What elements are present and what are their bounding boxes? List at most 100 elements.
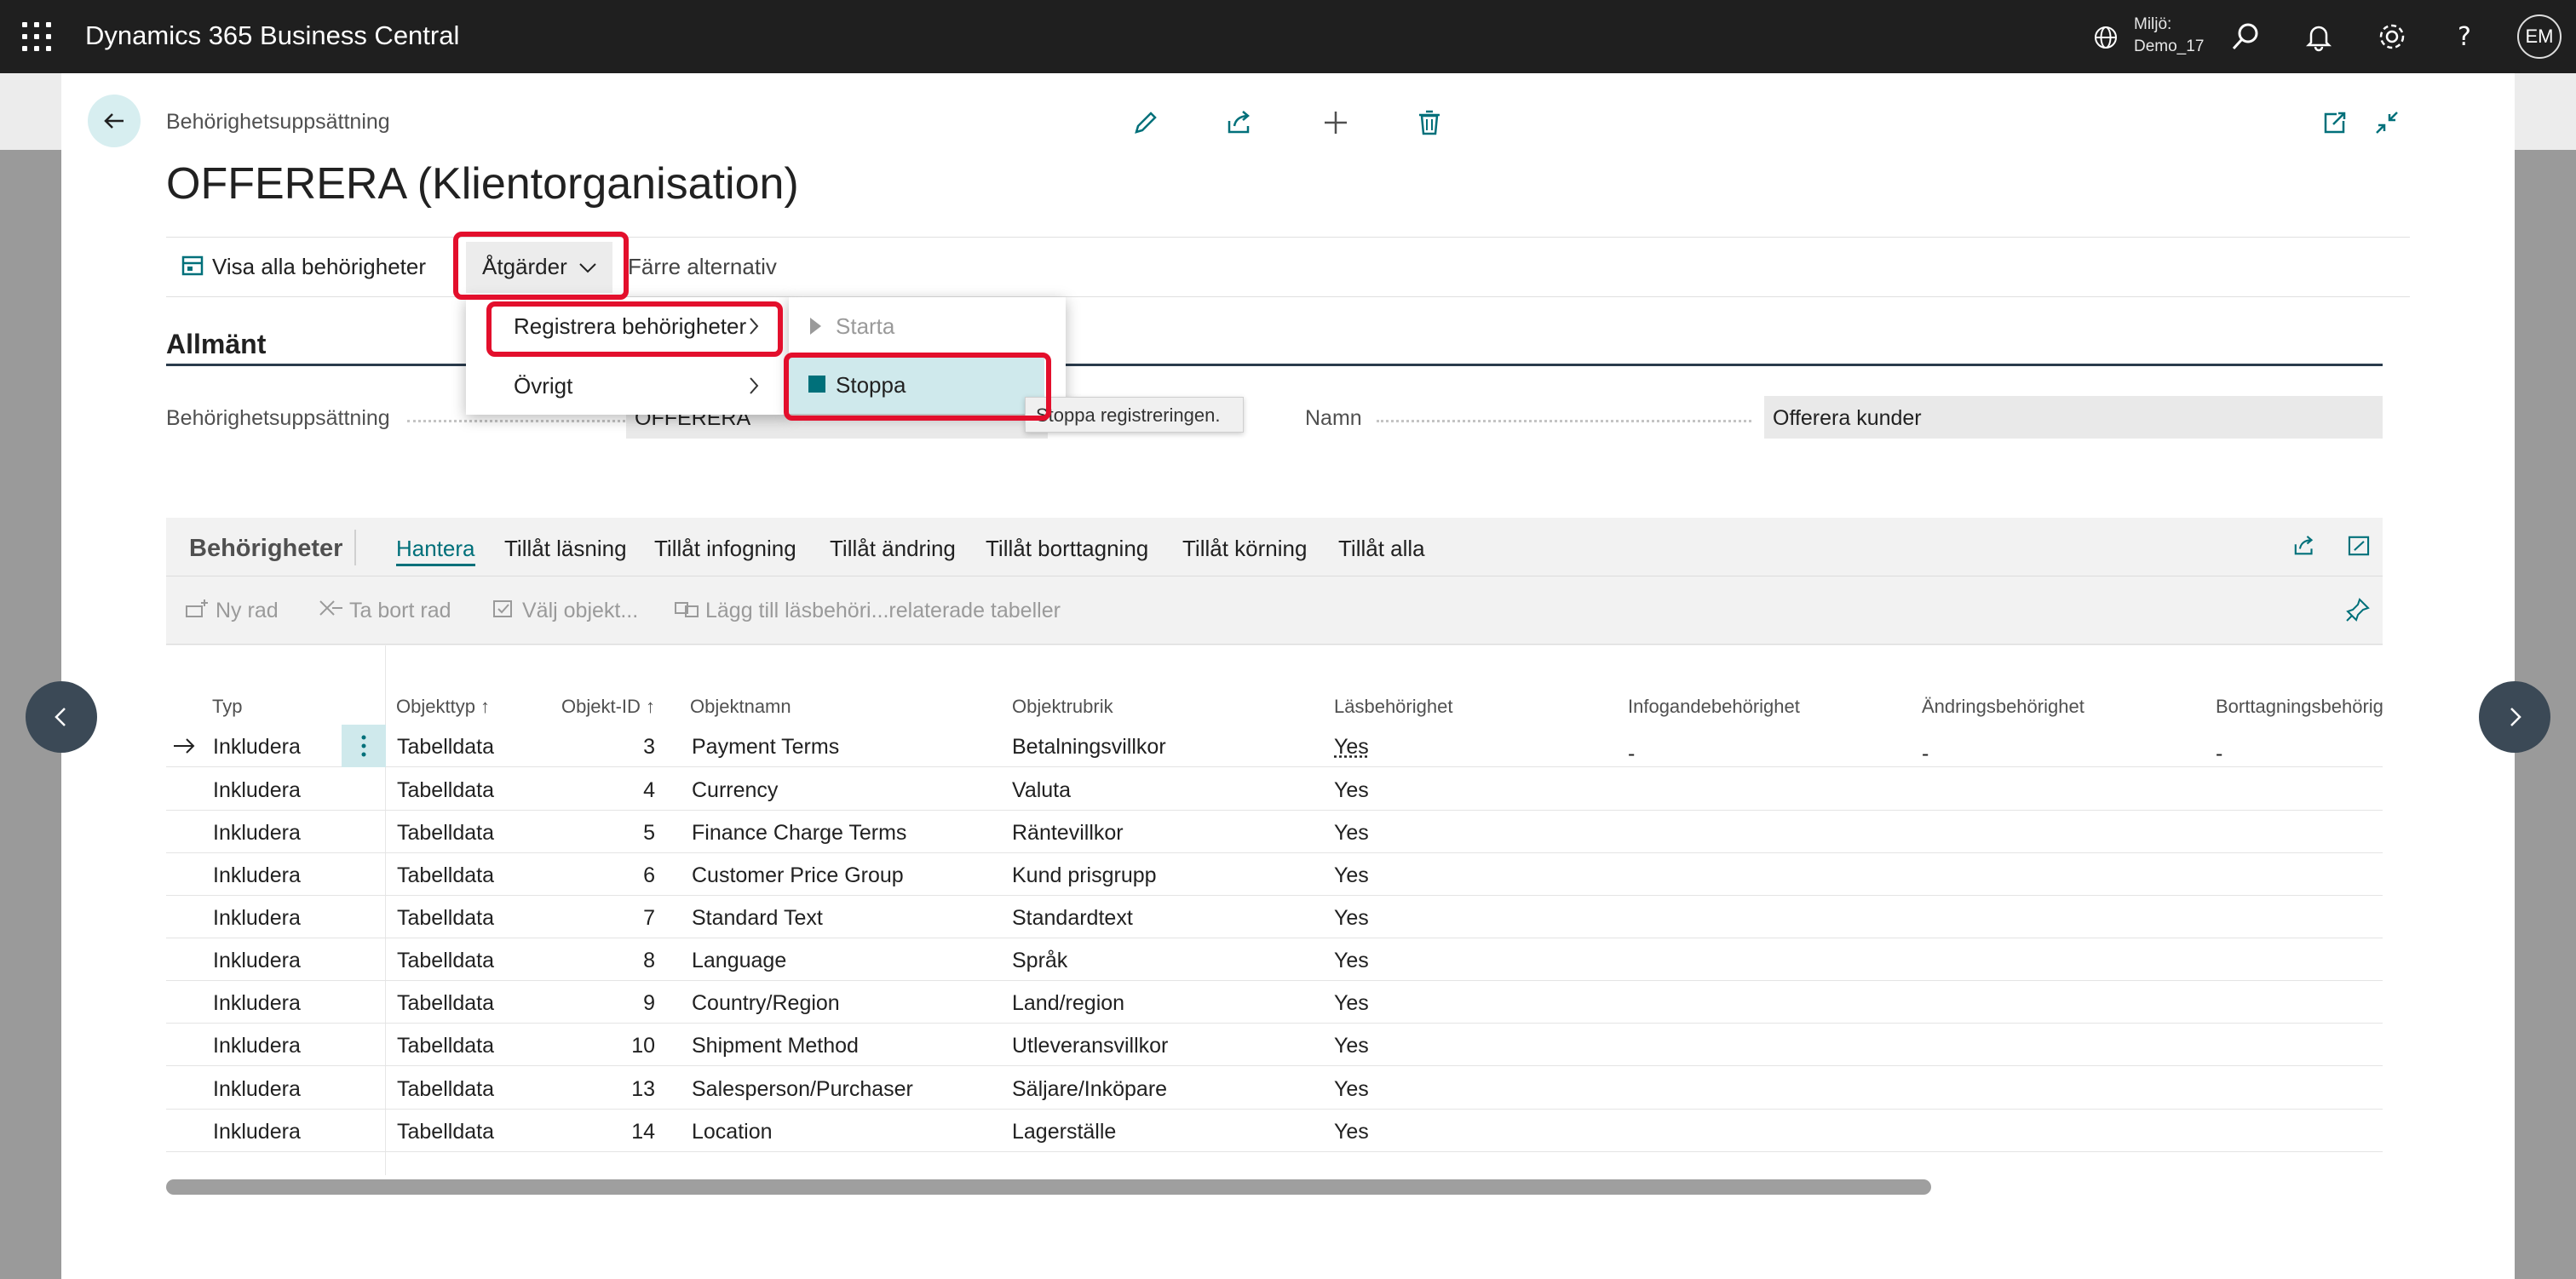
share-icon[interactable] — [2290, 531, 2319, 560]
field-leader-dots — [407, 420, 625, 422]
previous-record-button[interactable] — [26, 681, 97, 753]
globe-icon[interactable] — [2092, 24, 2119, 51]
cell-object-type: Tabelldata — [397, 1034, 494, 1058]
delete-icon[interactable] — [1412, 106, 1446, 140]
cell-object-caption: Räntevillkor — [1012, 821, 1124, 845]
cell-read-permission[interactable]: Yes — [1334, 991, 1369, 1016]
delete-row-icon — [319, 600, 342, 616]
gear-icon[interactable] — [2374, 19, 2410, 54]
share-icon[interactable] — [1222, 106, 1256, 140]
tab-allow-read[interactable]: Tillåt läsning — [504, 536, 627, 562]
table-row[interactable]: Inkludera Tabelldata 7 Standard Text Standar… — [166, 896, 2383, 938]
cell-read-permission[interactable]: Yes — [1334, 1120, 1369, 1144]
tab-allow-all[interactable]: Tillåt alla — [1338, 536, 1425, 562]
permissions-title[interactable]: Behörigheter — [189, 535, 342, 563]
column-header-object-caption[interactable]: Objektrubrik — [1012, 696, 1113, 718]
table-row[interactable]: Inkludera Tabelldata 6 Customer Price Group… — [166, 853, 2383, 896]
name-field[interactable]: Offerera kunder — [1764, 396, 2383, 439]
column-header-object-type[interactable]: Objekttyp ↑ — [396, 696, 490, 718]
collapse-icon[interactable] — [2370, 106, 2404, 140]
cell-read-permission[interactable]: Yes — [1334, 821, 1369, 846]
column-header-type[interactable]: Typ — [212, 696, 242, 718]
tab-allow-delete[interactable]: Tillåt borttagning — [986, 536, 1148, 562]
cell-object-type: Tabelldata — [397, 1120, 494, 1144]
app-title[interactable]: Dynamics 365 Business Central — [85, 20, 459, 51]
row-actions-button[interactable] — [342, 725, 386, 767]
cell-insert-permission[interactable]: - — [1628, 742, 1635, 766]
add-icon[interactable] — [1319, 106, 1353, 140]
delete-row-button[interactable]: Ta bort rad — [349, 599, 451, 623]
cell-type: Inkludera — [213, 991, 301, 1015]
cell-read-permission[interactable]: Yes — [1334, 735, 1369, 760]
cell-object-caption: Språk — [1012, 949, 1068, 972]
select-objects-button[interactable]: Välj objekt... — [522, 599, 638, 623]
cell-read-permission[interactable]: Yes — [1334, 949, 1369, 973]
table-row[interactable]: Inkludera Tabelldata 5 Finance Charge Terms… — [166, 811, 2383, 853]
cell-read-permission[interactable]: Yes — [1334, 1034, 1369, 1058]
avatar[interactable]: EM — [2517, 14, 2562, 59]
table-row[interactable]: Inkludera Tabelldata 10 Shipment Method Utle… — [166, 1024, 2383, 1066]
fewer-options-button[interactable]: Färre alternativ — [628, 254, 777, 280]
column-header-object-name[interactable]: Objektnamn — [690, 696, 791, 718]
table-row[interactable]: Inkludera Tabelldata 3 Payment Terms Betalni… — [166, 725, 2383, 767]
bell-icon[interactable] — [2301, 19, 2337, 54]
cell-type: Inkludera — [213, 863, 301, 887]
cell-object-name: Currency — [692, 778, 779, 802]
cell-object-id: 10 — [631, 1034, 655, 1058]
tab-allow-execute[interactable]: Tillåt körning — [1182, 536, 1307, 562]
cell-read-permission[interactable]: Yes — [1334, 906, 1369, 931]
table-row[interactable]: Inkludera Tabelldata 9 Country/Region Land/r… — [166, 981, 2383, 1024]
cell-object-type: Tabelldata — [397, 906, 494, 930]
new-row-icon — [186, 599, 208, 617]
next-record-button[interactable] — [2479, 681, 2550, 753]
column-header-delete-permission[interactable]: Borttagningsbehörig — [2216, 696, 2383, 718]
table-row[interactable]: Inkludera Tabelldata 14 Location Lagerställe… — [166, 1110, 2383, 1152]
breadcrumb: Behörighetsuppsättning — [166, 110, 390, 134]
back-button[interactable] — [88, 95, 141, 147]
open-new-window-icon[interactable] — [2318, 106, 2352, 140]
cell-delete-permission[interactable]: - — [2216, 742, 2222, 766]
horizontal-scrollbar[interactable] — [166, 1179, 1931, 1195]
cell-type: Inkludera — [213, 735, 301, 759]
cell-object-name: Location — [692, 1120, 773, 1144]
column-header-insert-permission[interactable]: Infogandebehörighet — [1628, 696, 1800, 718]
column-header-object-id[interactable]: Objekt-ID ↑ — [561, 696, 655, 718]
section-title-general[interactable]: Allmänt — [166, 329, 266, 360]
help-icon[interactable]: ? — [2447, 19, 2482, 54]
list-divider — [166, 644, 2383, 645]
column-header-read-permission[interactable]: Läsbehörighet — [1334, 696, 1452, 718]
menu-item-start[interactable]: Starta — [836, 313, 894, 340]
tab-manage[interactable]: Hantera — [396, 536, 475, 566]
cell-object-name: Payment Terms — [692, 735, 840, 759]
tab-allow-modify[interactable]: Tillåt ändring — [830, 536, 956, 562]
show-all-permissions-button[interactable]: Visa alla behörigheter — [212, 254, 426, 280]
new-row-button[interactable]: Ny rad — [216, 599, 279, 623]
svg-text:?: ? — [2458, 22, 2471, 52]
permission-set-label: Behörighetsuppsättning — [166, 406, 390, 430]
table-row[interactable]: Inkludera Tabelldata 8 Language Språk Yes — [166, 938, 2383, 981]
table-row[interactable]: Inkludera Tabelldata 4 Currency Valuta Yes — [166, 768, 2383, 811]
table-row[interactable]: Inkludera Tabelldata 13 Salesperson/Purchas… — [166, 1067, 2383, 1110]
cell-object-type: Tabelldata — [397, 778, 494, 802]
cell-object-type: Tabelldata — [397, 1077, 494, 1101]
environment-name[interactable]: Demo_17 — [2134, 37, 2204, 56]
search-icon[interactable] — [2228, 19, 2263, 54]
cell-modify-permission[interactable]: - — [1922, 742, 1929, 766]
pin-icon[interactable] — [2344, 596, 2372, 623]
column-header-modify-permission[interactable]: Ändringsbehörighet — [1922, 696, 2084, 718]
edit-icon[interactable] — [1129, 106, 1163, 140]
cell-read-permission[interactable]: Yes — [1334, 778, 1369, 803]
header-separator — [354, 530, 356, 565]
menu-item-other[interactable]: Övrigt — [514, 373, 572, 399]
cell-read-permission[interactable]: Yes — [1334, 863, 1369, 888]
add-read-permission-icon — [675, 602, 699, 617]
cell-object-caption: Utleveransvillkor — [1012, 1034, 1169, 1058]
chevron-right-icon — [2510, 708, 2521, 726]
cell-object-id: 13 — [631, 1077, 655, 1101]
add-read-permissions-button[interactable]: Lägg till läsbehöri...relaterade tabelle… — [705, 599, 1061, 623]
app-launcher-icon[interactable] — [22, 22, 51, 51]
cell-type: Inkludera — [213, 906, 301, 930]
tab-allow-insert[interactable]: Tillåt infogning — [654, 536, 796, 562]
cell-read-permission[interactable]: Yes — [1334, 1077, 1369, 1102]
expand-icon[interactable] — [2344, 531, 2373, 560]
